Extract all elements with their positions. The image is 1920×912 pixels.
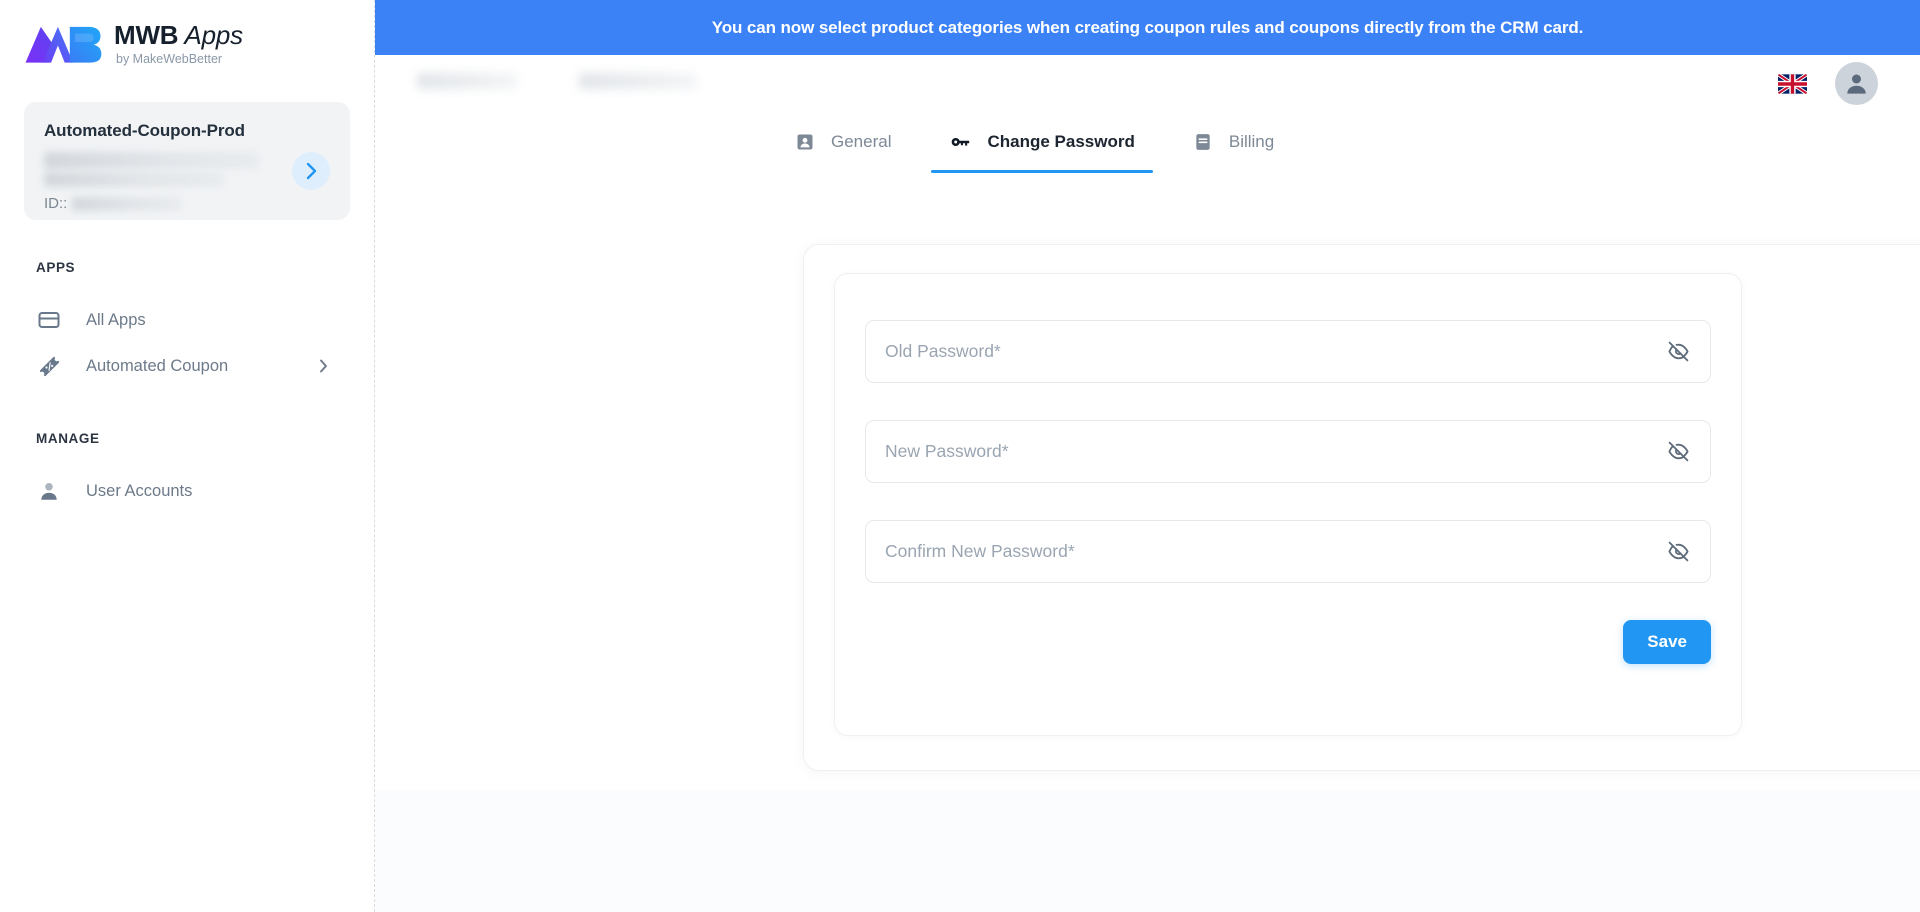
breadcrumb-item-masked-2[interactable] (579, 73, 697, 89)
old-password-field[interactable] (865, 320, 1711, 383)
old-password-input[interactable] (885, 341, 1650, 362)
account-id-row: ID:: (44, 195, 332, 213)
sidebar-heading-manage: MANAGE (36, 431, 100, 446)
tab-general[interactable]: General (793, 123, 893, 173)
user-avatar-icon[interactable] (1835, 62, 1878, 105)
card-icon (36, 307, 62, 333)
invoice-icon (1193, 132, 1213, 152)
sidebar-section-apps: APPS All Apps Automated Coupon (0, 260, 374, 389)
masked-account-email-line2 (44, 172, 224, 187)
settings-panel: Save (803, 244, 1920, 771)
tab-change-password[interactable]: Change Password (931, 123, 1154, 173)
eye-off-icon[interactable] (1664, 538, 1692, 566)
breadcrumb (375, 63, 1920, 99)
main-content: You can now select product categories wh… (375, 0, 1920, 912)
settings-tabs: General Change Password Billing (375, 121, 1920, 173)
topbar-actions (1778, 62, 1878, 105)
sidebar-item-automated-coupon[interactable]: Automated Coupon (0, 343, 374, 389)
brand-subtitle: by MakeWebBetter (116, 52, 223, 66)
sidebar-item-user-accounts[interactable]: User Accounts (0, 468, 374, 514)
user-icon (36, 478, 62, 504)
uk-flag-icon[interactable] (1778, 73, 1807, 94)
tab-label: General (831, 132, 892, 151)
sidebar-item-label: All Apps (86, 311, 146, 329)
tab-label: Change Password (987, 132, 1135, 151)
account-id-label: ID:: (44, 195, 68, 212)
confirm-new-password-input[interactable] (885, 541, 1650, 562)
sidebar-heading-apps: APPS (36, 260, 76, 275)
account-card[interactable]: Automated-Coupon-Prod ID:: (24, 102, 350, 220)
sidebar-item-all-apps[interactable]: All Apps (0, 297, 374, 343)
chevron-right-icon[interactable] (319, 359, 328, 374)
brand[interactable]: MWB Apps by MakeWebBetter (0, 0, 374, 80)
change-password-form: Save (834, 273, 1742, 736)
sidebar: MWB Apps by MakeWebBetter Automated-Coup… (0, 0, 375, 912)
mwb-logo-icon (22, 20, 104, 66)
key-icon (949, 131, 971, 153)
eye-off-icon[interactable] (1664, 338, 1692, 366)
account-name: Automated-Coupon-Prod (44, 121, 245, 140)
breadcrumb-item-masked-1[interactable] (417, 73, 517, 89)
masked-account-id (72, 197, 183, 211)
brand-title: MWB Apps (114, 20, 243, 50)
form-actions: Save (865, 620, 1711, 664)
person-card-icon (795, 132, 815, 152)
sidebar-item-label: Automated Coupon (86, 357, 229, 375)
announcement-banner-text: You can now select product categories wh… (711, 17, 1584, 37)
sidebar-section-manage: MANAGE User Accounts (0, 431, 374, 514)
confirm-new-password-field[interactable] (865, 520, 1711, 583)
save-button[interactable]: Save (1623, 620, 1711, 664)
app-root: MWB Apps by MakeWebBetter Automated-Coup… (0, 0, 1920, 912)
sidebar-item-label: User Accounts (86, 482, 193, 500)
page-bottom-strip (375, 790, 1920, 912)
tab-billing[interactable]: Billing (1191, 123, 1276, 173)
new-password-input[interactable] (885, 441, 1650, 462)
tab-label: Billing (1228, 132, 1275, 151)
new-password-field[interactable] (865, 420, 1711, 483)
eye-off-icon[interactable] (1664, 438, 1692, 466)
announcement-banner: You can now select product categories wh… (375, 0, 1920, 55)
chevron-right-icon[interactable] (292, 152, 330, 190)
masked-account-email (44, 152, 259, 169)
coupon-percent-icon (36, 353, 62, 379)
